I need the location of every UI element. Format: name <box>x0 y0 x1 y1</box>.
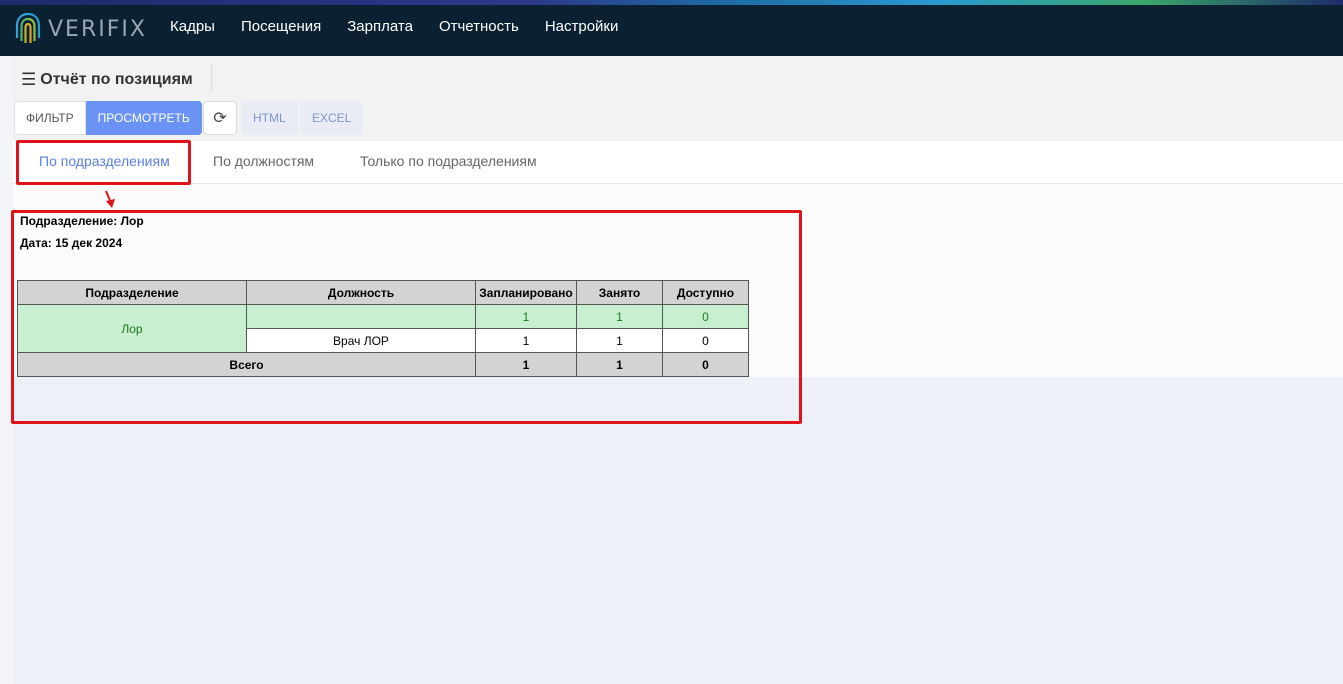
nav-item-salary[interactable]: Зарплата <box>334 18 426 35</box>
filter-button[interactable]: ФИЛЬТР <box>14 101 86 135</box>
page-header: ☰ Отчёт по позициям ФИЛЬТР ПРОСМОТРЕТЬ ⟳… <box>13 56 1343 141</box>
menu-icon[interactable]: ☰ <box>21 70 36 90</box>
page-title-wrap: ☰ Отчёт по позициям <box>21 70 193 90</box>
annotation-box-report <box>11 210 802 424</box>
nav-item-staff[interactable]: Кадры <box>157 18 228 35</box>
refresh-icon: ⟳ <box>213 110 227 127</box>
main-nav: Кадры Посещения Зарплата Отчетность Наст… <box>157 18 631 35</box>
fingerprint-icon <box>15 12 41 43</box>
tab-by-positions[interactable]: По должностям <box>213 153 314 169</box>
title-divider <box>211 64 212 92</box>
tab-departments-only[interactable]: Только по подразделениям <box>360 153 537 169</box>
view-button[interactable]: ПРОСМОТРЕТЬ <box>85 101 202 135</box>
app-logo[interactable]: VERIFIX <box>14 11 147 47</box>
report-tabs: По подразделениям По должностям Только п… <box>13 141 1343 184</box>
top-navbar: VERIFIX Кадры Посещения Зарплата Отчетно… <box>0 0 1343 56</box>
excel-export-button[interactable]: EXCEL <box>300 101 364 135</box>
nav-item-settings[interactable]: Настройки <box>532 18 632 35</box>
refresh-button[interactable]: ⟳ <box>203 101 237 135</box>
html-export-button[interactable]: HTML <box>241 101 298 135</box>
annotation-box-tab <box>16 140 191 185</box>
nav-item-attendance[interactable]: Посещения <box>228 18 334 35</box>
logo-text: VERIFIX <box>48 16 147 42</box>
filter-view-group: ФИЛЬТР ПРОСМОТРЕТЬ <box>14 101 202 135</box>
page-title: Отчёт по позициям <box>40 71 193 88</box>
annotation-arrow-icon <box>105 190 115 208</box>
nav-item-reports[interactable]: Отчетность <box>426 18 532 35</box>
top-color-strip <box>0 0 1343 5</box>
